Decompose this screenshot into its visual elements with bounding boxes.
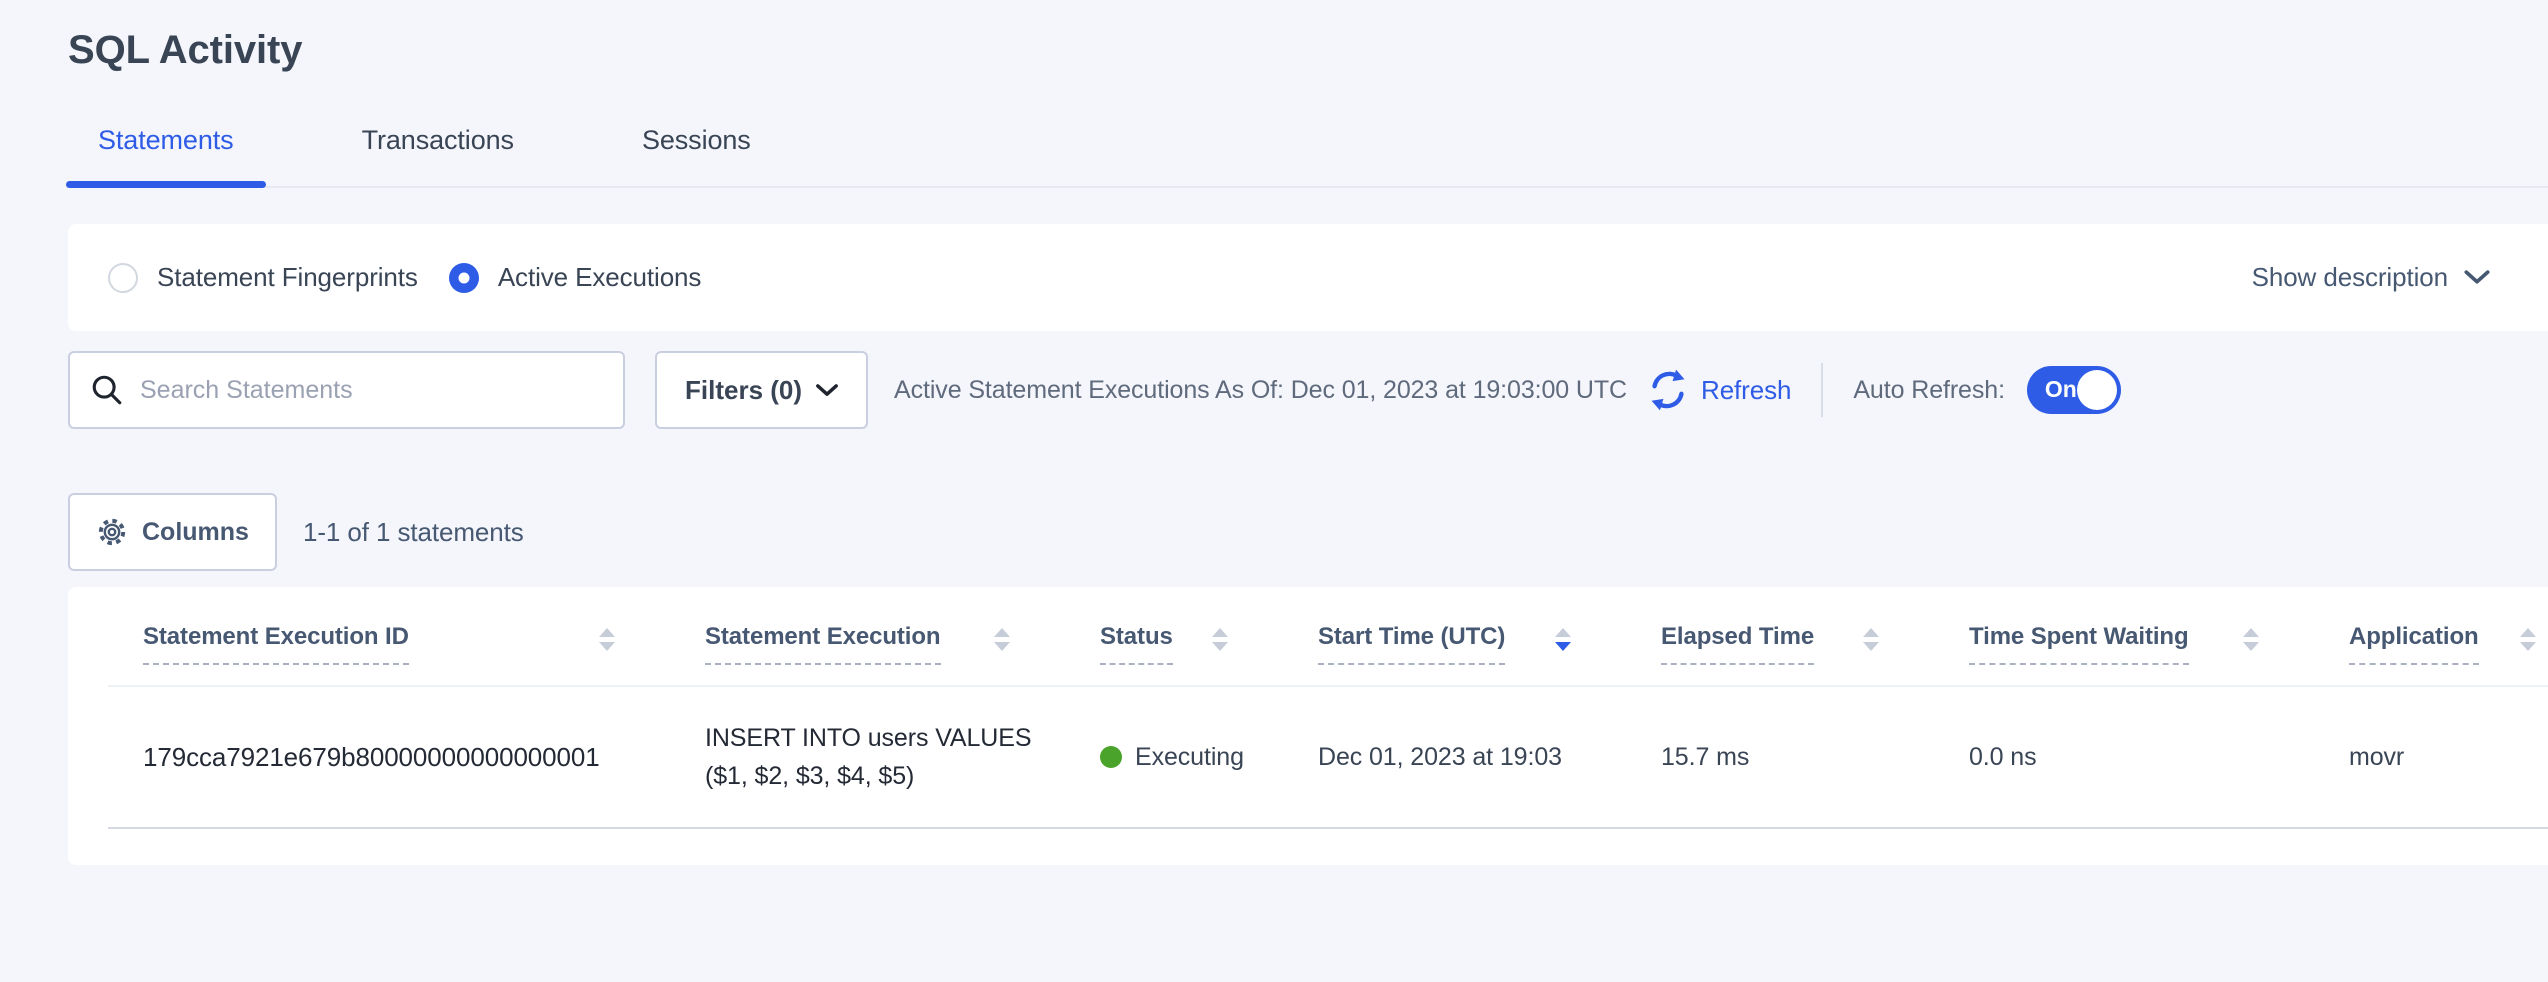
view-mode-card: Statement Fingerprints Active Executions… [68, 224, 2548, 331]
tab-sessions[interactable]: Sessions [610, 105, 783, 186]
column-header-start-time[interactable]: Start Time (UTC) [1283, 623, 1626, 665]
auto-refresh-label: Auto Refresh: [1853, 376, 2005, 405]
column-header-elapsed-time[interactable]: Elapsed Time [1626, 623, 1934, 665]
show-description-label: Show description [2252, 262, 2448, 293]
column-label[interactable]: Start Time (UTC) [1318, 623, 1505, 665]
chevron-down-icon [2464, 270, 2490, 285]
column-label[interactable]: Statement Execution [705, 623, 941, 665]
toggle-state-label: On [2045, 376, 2077, 403]
sort-icon-active-desc[interactable] [1555, 628, 1571, 651]
column-label[interactable]: Time Spent Waiting [1969, 623, 2189, 665]
gear-icon [96, 516, 128, 548]
radio-selected-icon[interactable] [449, 263, 479, 293]
sort-icon[interactable] [994, 628, 1010, 651]
tab-transactions[interactable]: Transactions [330, 105, 546, 186]
search-input[interactable] [140, 376, 603, 405]
refresh-button[interactable]: Refresh [1645, 367, 1791, 413]
column-header-time-spent-waiting[interactable]: Time Spent Waiting [1934, 623, 2314, 665]
as-of-text: Active Statement Executions As Of: Dec 0… [894, 376, 1627, 405]
column-header-status[interactable]: Status [1065, 623, 1283, 665]
columns-label: Columns [142, 518, 249, 547]
page-title: SQL Activity [68, 28, 2548, 73]
sort-icon[interactable] [599, 628, 615, 651]
filters-label: Filters (0) [685, 375, 802, 406]
column-label[interactable]: Status [1100, 623, 1173, 665]
table-header-row: Statement Execution ID Statement Executi… [108, 587, 2548, 686]
show-description-button[interactable]: Show description [2252, 262, 2490, 293]
columns-button[interactable]: Columns [68, 493, 277, 571]
column-header-statement-execution[interactable]: Statement Execution [670, 623, 1065, 665]
sort-icon[interactable] [1212, 628, 1228, 651]
column-header-application[interactable]: Application [2314, 623, 2548, 665]
search-icon [90, 373, 124, 407]
start-time-cell: Dec 01, 2023 at 19:03 [1283, 686, 1626, 828]
sort-icon[interactable] [2520, 628, 2536, 651]
sort-icon[interactable] [2243, 628, 2259, 651]
radio-label: Active Executions [498, 262, 702, 293]
status-dot-icon [1100, 746, 1122, 768]
radio-label: Statement Fingerprints [157, 262, 418, 293]
statement-execution-id-link[interactable]: 179cca7921e679b80000000000000001 [143, 742, 600, 772]
time-spent-waiting-cell: 0.0 ns [1934, 686, 2314, 828]
status-cell: Executing [1100, 743, 1253, 772]
controls-row: Filters (0) Active Statement Executions … [68, 351, 2548, 429]
result-count: 1-1 of 1 statements [303, 517, 524, 548]
vertical-divider [1821, 363, 1823, 417]
refresh-icon [1645, 367, 1691, 413]
radio-active-executions[interactable]: Active Executions [449, 262, 702, 293]
column-label[interactable]: Application [2349, 623, 2479, 665]
application-cell: movr [2314, 686, 2548, 828]
status-label: Executing [1135, 743, 1244, 772]
toggle-knob [2077, 370, 2117, 410]
radio-unselected-icon[interactable] [108, 263, 138, 293]
statements-table: Statement Execution ID Statement Executi… [108, 587, 2548, 829]
statements-table-card: Statement Execution ID Statement Executi… [68, 587, 2548, 865]
table-toolbar: Columns 1-1 of 1 statements [68, 493, 2548, 571]
column-label[interactable]: Elapsed Time [1661, 623, 1814, 665]
refresh-label: Refresh [1701, 375, 1791, 406]
sort-icon[interactable] [1863, 628, 1879, 651]
elapsed-time-cell: 15.7 ms [1626, 686, 1934, 828]
column-label[interactable]: Statement Execution ID [143, 623, 409, 665]
filters-button[interactable]: Filters (0) [655, 351, 868, 429]
statement-text: INSERT INTO users VALUES ($1, $2, $3, $4… [705, 719, 1035, 795]
column-header-statement-execution-id[interactable]: Statement Execution ID [108, 623, 670, 665]
search-box[interactable] [68, 351, 625, 429]
table-row: 179cca7921e679b80000000000000001 INSERT … [108, 686, 2548, 828]
chevron-down-icon [816, 384, 838, 397]
tab-bar: Statements Transactions Sessions [66, 105, 2548, 188]
radio-statement-fingerprints[interactable]: Statement Fingerprints [108, 262, 418, 293]
tab-statements[interactable]: Statements [66, 105, 266, 186]
auto-refresh-toggle[interactable]: On [2027, 366, 2121, 414]
